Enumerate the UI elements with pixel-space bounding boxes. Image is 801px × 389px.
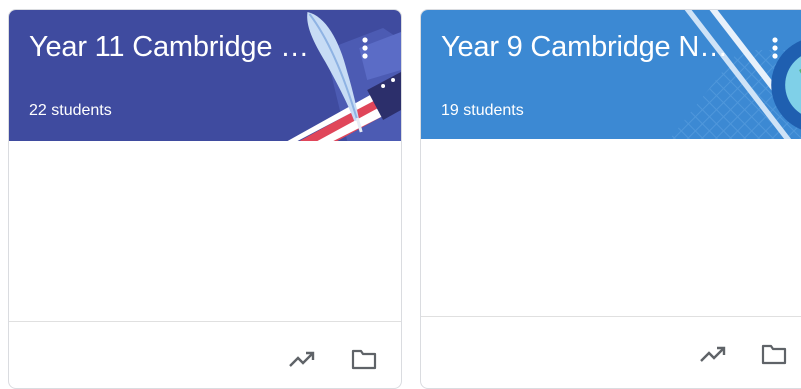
folder-icon — [351, 349, 377, 370]
trending-up-icon — [700, 346, 726, 362]
class-card-year-11: Year 11 Cambridge N... 22 students — [8, 9, 402, 389]
class-progress-button[interactable] — [285, 342, 319, 376]
class-progress-button[interactable] — [696, 337, 730, 371]
more-options-button[interactable] — [763, 34, 787, 62]
class-card-header[interactable]: Year 9 Cambridge Na... 19 students — [421, 10, 801, 139]
folder-icon — [761, 344, 787, 365]
more-vert-icon — [772, 37, 778, 59]
student-count[interactable]: 22 students — [29, 102, 112, 120]
more-vert-icon — [362, 37, 368, 59]
class-title[interactable]: Year 11 Cambridge N... — [29, 31, 314, 64]
open-drive-folder-button[interactable] — [757, 337, 791, 371]
banner-illustration-quill-flag — [9, 10, 401, 141]
student-count[interactable]: 19 students — [441, 102, 524, 120]
open-drive-folder-button[interactable] — [347, 342, 381, 376]
class-title[interactable]: Year 9 Cambridge Na... — [441, 31, 736, 64]
more-options-button[interactable] — [353, 34, 377, 62]
class-card-year-9: Year 9 Cambridge Na... 19 students — [420, 9, 801, 389]
card-footer-divider — [421, 316, 801, 317]
trending-up-icon — [289, 351, 315, 367]
class-card-header[interactable]: Year 11 Cambridge N... 22 students — [9, 10, 401, 141]
card-footer-divider — [9, 321, 401, 322]
